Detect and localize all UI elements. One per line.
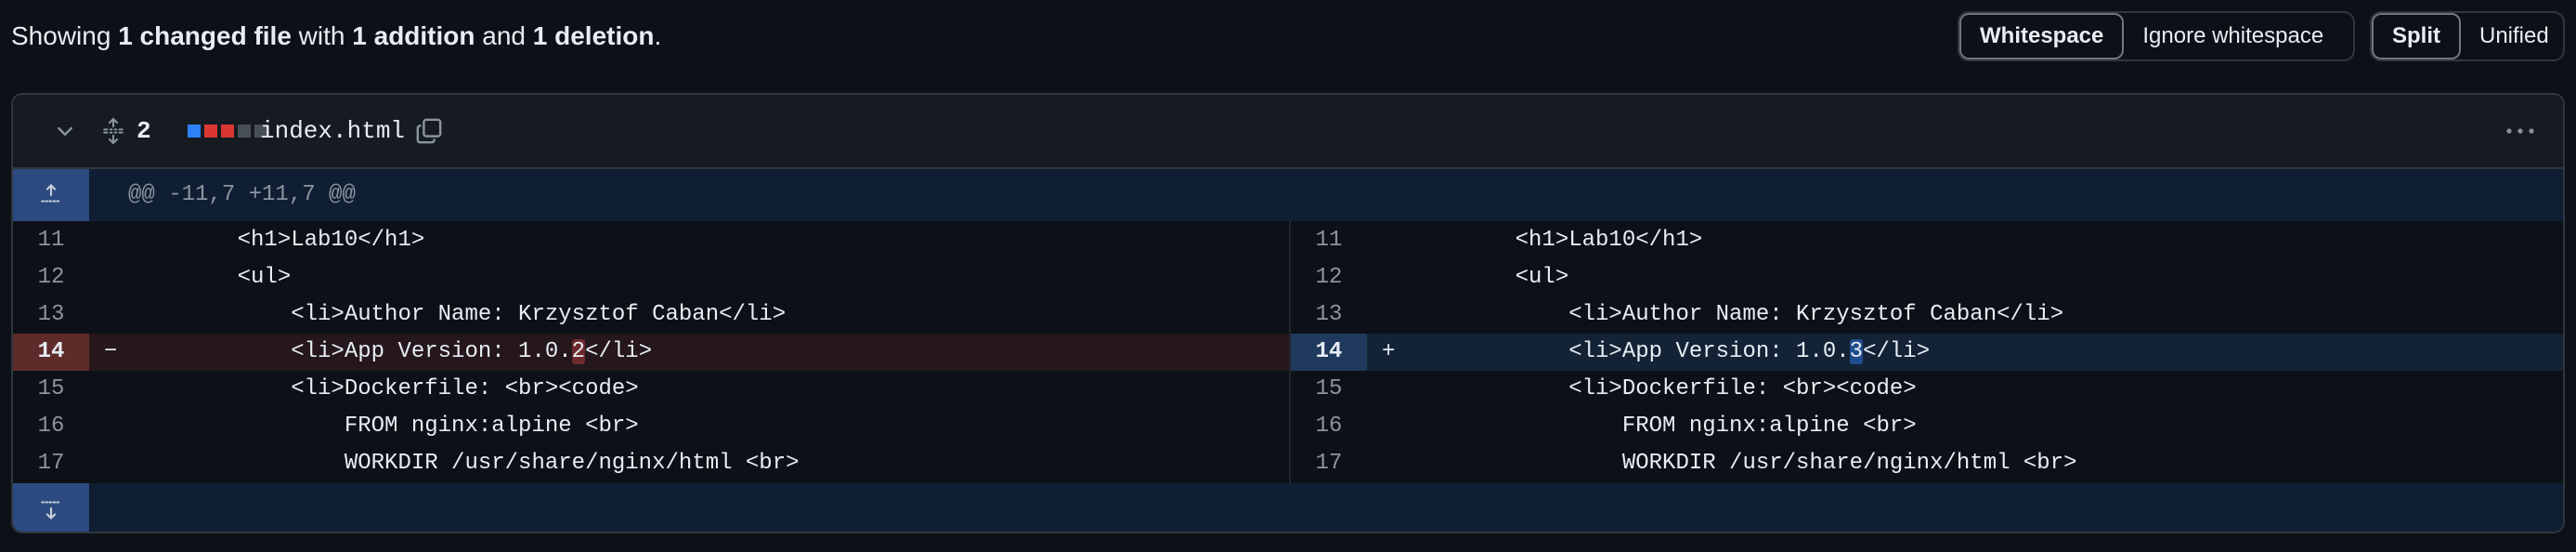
fold-up-icon[interactable] bbox=[13, 169, 89, 221]
line-number[interactable]: 13 bbox=[13, 296, 89, 334]
hunk-header: @@ -11,7 +11,7 @@ bbox=[128, 182, 356, 207]
hunk-header-row: @@ -11,7 +11,7 @@ bbox=[13, 169, 2563, 221]
unfold-icon[interactable] bbox=[95, 95, 132, 167]
code-line: 15 <li>Dockerfile: <br><code> bbox=[1291, 371, 2563, 408]
code-text: FROM nginx:alpine <br> bbox=[1462, 414, 1917, 439]
file-name[interactable]: index.html bbox=[260, 95, 405, 167]
line-number[interactable]: 14 bbox=[1291, 334, 1367, 371]
summary-prefix: Showing bbox=[11, 21, 119, 50]
line-number[interactable]: 11 bbox=[13, 222, 89, 259]
diffstat-block bbox=[238, 125, 251, 138]
line-number[interactable]: 17 bbox=[1291, 445, 1367, 482]
diff-sign: − bbox=[104, 339, 118, 364]
code-line: 13 <li>Author Name: Krzysztof Caban</li> bbox=[1291, 296, 2563, 334]
split-divider bbox=[1289, 221, 1291, 483]
diff-sign: + bbox=[1382, 339, 1396, 364]
code-text: <li>Author Name: Krzysztof Caban</li> bbox=[1462, 302, 2064, 327]
diff-lines: 11 <h1>Lab10</h1> 12 <ul> 13 <li>Author Na… bbox=[13, 221, 2563, 483]
diffstat-block bbox=[221, 125, 234, 138]
line-number[interactable]: 17 bbox=[13, 445, 89, 482]
change-count: 2 bbox=[137, 117, 151, 145]
fold-down-icon[interactable] bbox=[13, 483, 89, 532]
line-number[interactable]: 11 bbox=[1291, 222, 1367, 259]
code-text: WORKDIR /usr/share/nginx/html <br> bbox=[1462, 451, 2077, 476]
code-line: 14− <li>App Version: 1.0.2</li> bbox=[13, 334, 1289, 371]
unified-view-button[interactable]: Unified bbox=[2461, 13, 2563, 59]
whitespace-toggle: Whitespace Ignore whitespace bbox=[1958, 11, 2355, 61]
line-number[interactable]: 13 bbox=[1291, 296, 1367, 334]
code-text: <h1>Lab10</h1> bbox=[1462, 228, 1703, 253]
line-number[interactable]: 16 bbox=[13, 408, 89, 445]
code-text: <li>Dockerfile: <br><code> bbox=[1462, 376, 1917, 401]
code-line: 11 <h1>Lab10</h1> bbox=[1291, 222, 2563, 259]
summary-files: 1 changed file bbox=[118, 21, 292, 50]
diffstat bbox=[188, 95, 267, 167]
changed-char: 2 bbox=[571, 339, 586, 364]
diff-table: @@ -11,7 +11,7 @@ 11 <h1>Lab10</h1> 12 <u… bbox=[13, 169, 2563, 532]
code-line: 11 <h1>Lab10</h1> bbox=[13, 222, 1289, 259]
line-number[interactable]: 16 bbox=[1291, 408, 1367, 445]
view-toggle: Split Unified bbox=[2370, 11, 2565, 61]
code-line: 15 <li>Dockerfile: <br><code> bbox=[13, 371, 1289, 408]
chevron-down-icon[interactable] bbox=[46, 95, 84, 167]
code-text: <li>Author Name: Krzysztof Caban</li> bbox=[184, 302, 787, 327]
diffstat-block bbox=[204, 125, 217, 138]
summary-suffix: . bbox=[654, 21, 662, 50]
code-text: <li>App Version: 1.0.2</li> bbox=[184, 334, 652, 371]
code-text-post: </li> bbox=[585, 339, 653, 364]
diff-toolbar: Showing 1 changed file with 1 addition a… bbox=[0, 0, 2576, 72]
code-text: <li>Dockerfile: <br><code> bbox=[184, 376, 639, 401]
code-line: 12 <ul> bbox=[1291, 259, 2563, 296]
kebab-horizontal-icon[interactable] bbox=[2502, 95, 2539, 167]
code-line: 12 <ul> bbox=[13, 259, 1289, 296]
line-number[interactable]: 12 bbox=[13, 259, 89, 296]
line-number[interactable]: 15 bbox=[13, 371, 89, 408]
copy-icon[interactable] bbox=[410, 95, 448, 167]
code-text: WORKDIR /usr/share/nginx/html <br> bbox=[184, 451, 800, 476]
summary-mid1: with bbox=[291, 21, 353, 50]
code-text: <ul> bbox=[184, 265, 292, 290]
code-line: 16 FROM nginx:alpine <br> bbox=[13, 408, 1289, 445]
line-number[interactable]: 15 bbox=[1291, 371, 1367, 408]
code-line: 13 <li>Author Name: Krzysztof Caban</li> bbox=[13, 296, 1289, 334]
code-text-pre: <li>App Version: 1.0. bbox=[184, 339, 572, 364]
left-side: 11 <h1>Lab10</h1> 12 <ul> 13 <li>Author Na… bbox=[13, 221, 1289, 483]
code-text: FROM nginx:alpine <br> bbox=[184, 414, 639, 439]
split-view-button[interactable]: Split bbox=[2372, 13, 2461, 59]
code-text: <ul> bbox=[1462, 265, 1569, 290]
line-number[interactable]: 14 bbox=[13, 334, 89, 371]
code-text-post: </li> bbox=[1863, 339, 1931, 364]
summary-additions: 1 addition bbox=[352, 21, 475, 50]
code-line: 16 FROM nginx:alpine <br> bbox=[1291, 408, 2563, 445]
diff-summary: Showing 1 changed file with 1 addition a… bbox=[11, 17, 661, 56]
whitespace-button[interactable]: Whitespace bbox=[1959, 13, 2125, 59]
code-line: 17 WORKDIR /usr/share/nginx/html <br> bbox=[13, 445, 1289, 482]
right-side: 11 <h1>Lab10</h1> 12 <ul> 13 <li>Author Na… bbox=[1291, 221, 2563, 483]
changed-char: 3 bbox=[1849, 339, 1864, 364]
code-text: <h1>Lab10</h1> bbox=[184, 228, 425, 253]
line-number[interactable]: 12 bbox=[1291, 259, 1367, 296]
code-text-pre: <li>App Version: 1.0. bbox=[1462, 339, 1850, 364]
file-diff: 2 index.html @@ -11,7 +11,7 @@ 11 <h1>La… bbox=[11, 93, 2565, 533]
summary-mid2: and bbox=[475, 21, 533, 50]
bottom-expander-row bbox=[13, 483, 2563, 532]
diffstat-block bbox=[188, 125, 201, 138]
code-line: 17 WORKDIR /usr/share/nginx/html <br> bbox=[1291, 445, 2563, 482]
summary-deletions: 1 deletion bbox=[532, 21, 655, 50]
code-text: <li>App Version: 1.0.3</li> bbox=[1462, 334, 1930, 371]
ignore-whitespace-button[interactable]: Ignore whitespace bbox=[2124, 13, 2342, 59]
file-header: 2 index.html bbox=[13, 95, 2563, 169]
code-line: 14 + <li>App Version: 1.0.3</li> bbox=[1291, 334, 2563, 371]
